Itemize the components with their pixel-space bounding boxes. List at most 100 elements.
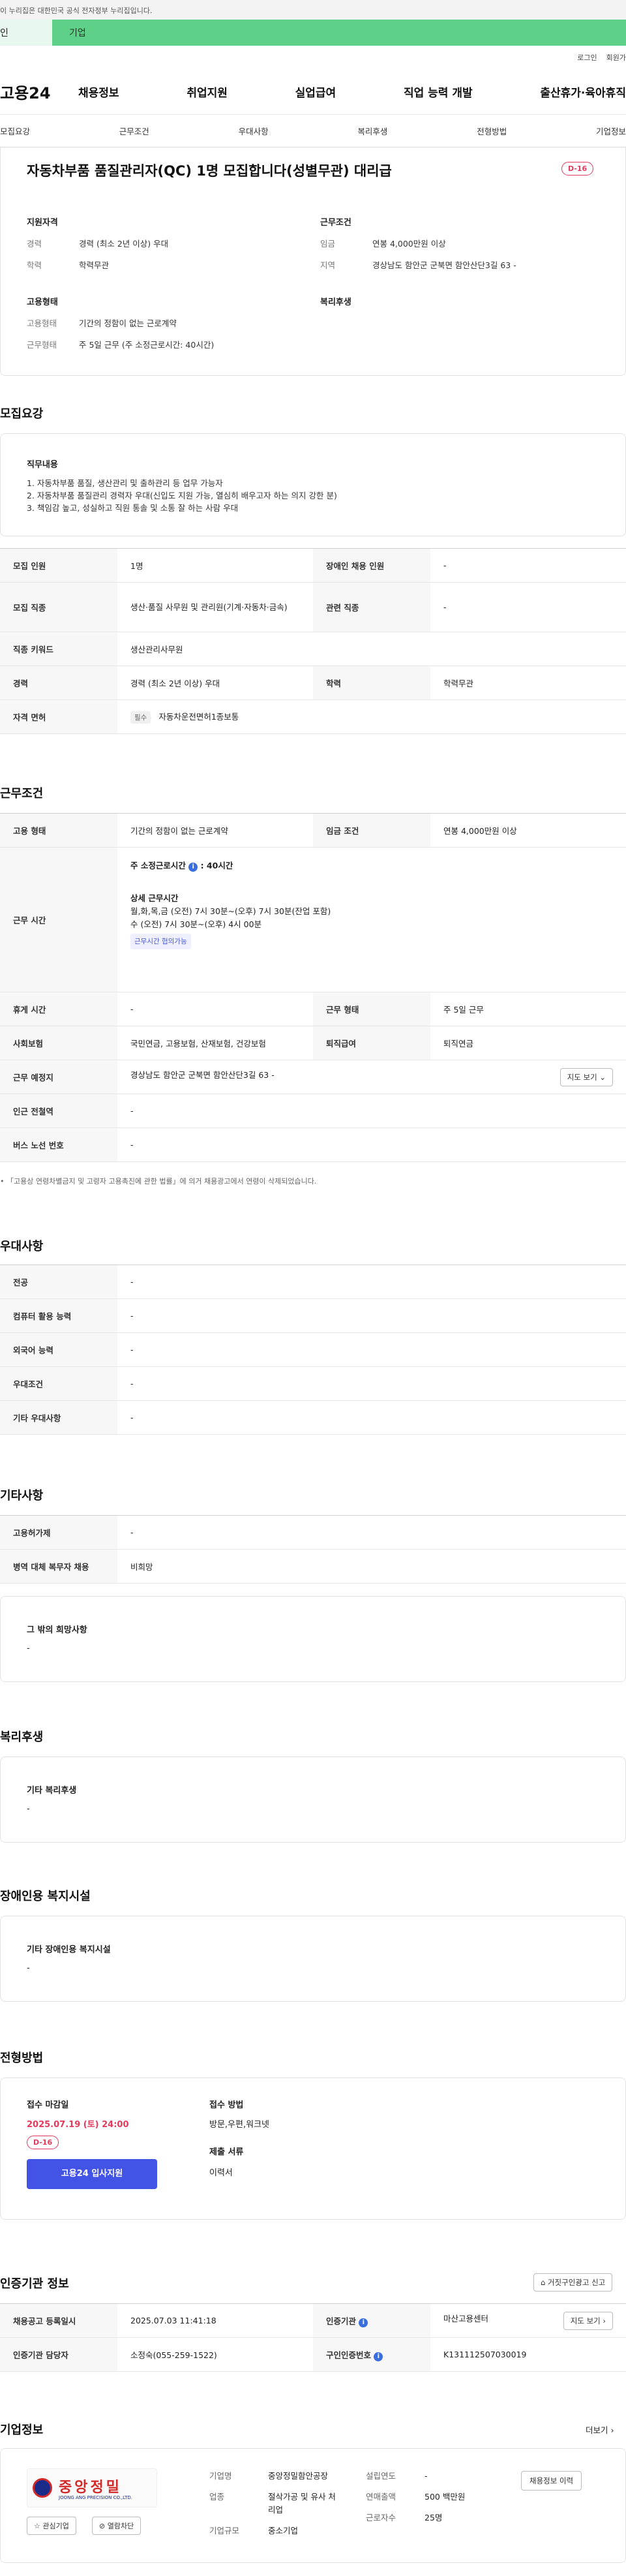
- apply-button[interactable]: 고용24 입사지원: [27, 2159, 157, 2189]
- global-nav: 고용24 채용정보 취업지원 실업급여 직업 능력 개발 출산휴가·육아휴직: [0, 69, 626, 115]
- row-key: 직종 키워드: [0, 632, 117, 666]
- map-button[interactable]: 지도 보기 ⌄: [559, 1067, 613, 1086]
- emp-heading: 고용형태: [27, 298, 58, 307]
- row-value: 비희망: [117, 1549, 626, 1584]
- disab-title: 장애인용 복지시설: [0, 1890, 91, 1903]
- block-view-button[interactable]: ⊘ 열람차단: [92, 2517, 142, 2535]
- workcond-title: 근무조건: [0, 787, 44, 801]
- row-value: -: [117, 1094, 626, 1128]
- info-icon[interactable]: i: [374, 2352, 383, 2361]
- table-row: 근무 예정지 경상남도 함안군 군북면 함안산단3길 63 - 지도 보기 ⌄: [0, 1060, 626, 1094]
- org-map-button[interactable]: 지도 보기 ›: [563, 2311, 613, 2330]
- company-more-link[interactable]: 더보기 ›: [586, 2423, 614, 2436]
- row-key: 휴게 시간: [0, 992, 117, 1026]
- history-button[interactable]: 채용정보 이력: [521, 2471, 582, 2491]
- cert-table: 채용공고 등록일시 2025.07.03 11:41:18 인증기관 i 마산고…: [0, 2303, 626, 2372]
- org-key-label: 인증기관: [326, 2316, 357, 2326]
- worktime-main-label: 주 소정근로시간: [130, 861, 186, 870]
- map-button-label: 지도 보기: [567, 1072, 597, 1082]
- chevron-down-icon: ⌄: [599, 1072, 606, 1082]
- promo-right: 기업: [69, 28, 86, 38]
- tab-company[interactable]: 기업정보: [596, 125, 626, 137]
- row-key: 사회보험: [0, 1026, 117, 1060]
- row-key: 퇴직급여: [313, 1026, 430, 1060]
- gnb-item-training[interactable]: 직업 능력 개발: [404, 84, 473, 100]
- pref-table: 전공 - 컴퓨터 활용 능력 - 외국어 능력 - 우대조건 - 기타 우대사항 -: [0, 1265, 626, 1435]
- report-button[interactable]: ⌂ 거짓구인광고 신고: [533, 2273, 613, 2292]
- login-link[interactable]: 로그인: [577, 52, 597, 63]
- row-key: 근무 형태: [313, 992, 430, 1026]
- emp-value: 주 5일 근무 (주 소정근로시간: 40시간): [79, 340, 215, 350]
- other-wish-value: -: [27, 1644, 30, 1653]
- row-value: -: [430, 582, 626, 632]
- company-logo-text: 중앙정밀: [59, 2479, 122, 2496]
- block-view-label: 열람차단: [107, 2522, 134, 2530]
- gnb-item-benefit[interactable]: 실업급여: [295, 84, 336, 100]
- required-tag: 필수: [130, 711, 151, 724]
- table-row: 직종 키워드 생산관리사무원: [0, 632, 626, 666]
- row-value: 생산·품질 사무원 및 관리원(기계·자동차·금속): [117, 582, 313, 632]
- row-key: 전공: [0, 1265, 117, 1299]
- chevron-right-icon: ›: [610, 2425, 614, 2435]
- age-note-text: 「고용상 연령차별금지 및 고령자 고용촉진에 관한 법률」에 의거 채용광고에…: [7, 1177, 317, 1186]
- duty-content: 1. 자동차부품 품질, 생산관리 및 출하관리 등 업무 가능자 2. 자동차…: [27, 477, 337, 514]
- fav-company-label: 관심기업: [42, 2522, 69, 2530]
- tab-recruit[interactable]: 모집요강: [0, 125, 30, 137]
- site-logo[interactable]: 고용24: [0, 80, 78, 103]
- duty-heading: 직무내용: [27, 460, 58, 470]
- company-info-col2: 설립연도 - 연매출액 500 백만원 근로자수 25명: [366, 2470, 465, 2524]
- block-icon: ⊘: [99, 2522, 106, 2530]
- info-icon[interactable]: i: [188, 863, 198, 872]
- table-row: 경력 경력 (최소 2년 이상) 우대 학력 학력무관: [0, 666, 626, 700]
- place-value: 경상남도 함안군 군북면 함안산단3길 63 -: [130, 1069, 275, 1080]
- info-icon[interactable]: i: [359, 2318, 368, 2327]
- join-link[interactable]: 회원가: [606, 52, 626, 63]
- row-key: 근무 시간: [0, 847, 117, 992]
- emp-key: 고용형태: [27, 318, 57, 328]
- company-info-col1: 기업명 중앙정밀함안공장 업종 절삭가공 및 유사 처리업 기업규모 중소기업: [209, 2470, 340, 2538]
- promo-banner[interactable]: 인 기업: [0, 20, 626, 46]
- gnb-item-support[interactable]: 취업지원: [186, 84, 228, 100]
- row-value: -: [117, 1400, 626, 1435]
- row-value: 소정숙(055-259-1522): [117, 2337, 313, 2372]
- etc-table: 고용허가제 - 병역 대체 복무자 채용 비희망: [0, 1515, 626, 1584]
- section-tabs: 모집요강 근무조건 우대사항 복리후생 전형방법 기업정보: [0, 115, 626, 147]
- row-key: 구인인증번호 i: [313, 2337, 430, 2372]
- row-key: 외국어 능력: [0, 1332, 117, 1367]
- recruit-title: 모집요강: [0, 407, 44, 421]
- gnb-item-leave[interactable]: 출산휴가·육아휴직: [540, 84, 626, 100]
- org-map-button-label: 지도 보기: [570, 2316, 601, 2325]
- tab-workcond[interactable]: 근무조건: [119, 125, 149, 137]
- welfare-value: -: [27, 1804, 30, 1814]
- company-key: 설립연도: [366, 2471, 396, 2481]
- table-row: 휴게 시간 - 근무 형태 주 5일 근무: [0, 992, 626, 1026]
- row-key: 고용 형태: [0, 813, 117, 848]
- tab-pref[interactable]: 우대사항: [239, 125, 269, 137]
- company-value: 500 백만원: [425, 2492, 466, 2502]
- workcond-table: 고용 형태 기간의 정함이 없는 근로계약 임금 조건 연봉 4,000만원 이…: [0, 813, 626, 1162]
- util-nav: 로그인 회원가: [0, 46, 626, 69]
- row-value: 필수 자동차운전면허1종보통: [117, 699, 626, 734]
- welfare-heading-2: 기타 복리후생: [27, 1786, 77, 1796]
- row-key: 모집 직종: [0, 582, 117, 632]
- row-value: 2025.07.03 11:41:18: [117, 2303, 313, 2338]
- table-row: 채용공고 등록일시 2025.07.03 11:41:18 인증기관 i 마산고…: [0, 2303, 626, 2338]
- duty-line: 2. 자동차부품 품질관리 경력자 우대(신입도 지원 가능, 열심히 배우고자…: [27, 491, 337, 500]
- process-title: 전형방법: [0, 2051, 44, 2065]
- other-wish-card: 그 밖의 희망사항 -: [0, 1596, 626, 1682]
- row-key: 병역 대체 복무자 채용: [0, 1549, 117, 1584]
- tab-welfare[interactable]: 복리후생: [357, 125, 387, 137]
- row-value: -: [117, 1332, 626, 1367]
- fav-company-button[interactable]: ☆ 관심기업: [27, 2517, 76, 2535]
- row-key: 채용공고 등록일시: [0, 2303, 117, 2338]
- table-row: 자격 면허 필수 자동차운전면허1종보통: [0, 699, 626, 734]
- qual-heading: 지원자격: [27, 218, 58, 228]
- tab-process[interactable]: 전형방법: [477, 125, 507, 137]
- gnb-item-job[interactable]: 채용정보: [78, 84, 119, 100]
- promo-left: 인: [0, 20, 52, 46]
- company-logo-sub: JOONG ANG PRECISION CO.,LTD.: [59, 2495, 132, 2500]
- company-title: 기업정보: [0, 2423, 44, 2437]
- row-key: 자격 면허: [0, 699, 117, 734]
- process-card: 접수 마감일 2025.07.19 (토) 24:00 D-16 고용24 입사…: [0, 2078, 626, 2220]
- emp-key: 근무형태: [27, 340, 57, 350]
